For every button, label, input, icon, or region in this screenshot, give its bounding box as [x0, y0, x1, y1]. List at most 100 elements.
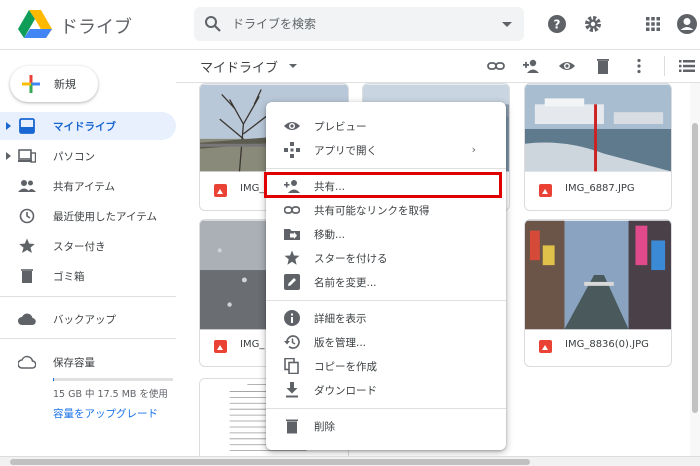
svg-text:?: ? [554, 18, 561, 32]
upgrade-storage-link[interactable]: 容量をアップグレード [53, 406, 158, 421]
app-title: ドライブ [60, 17, 132, 38]
trash-icon [21, 269, 33, 283]
link-icon[interactable] [487, 57, 505, 75]
sidebar-item-starred[interactable]: スター付き [0, 232, 176, 260]
help-icon[interactable]: ? [546, 13, 568, 35]
context-menu: プレビュー アプリで開く › 共有... 共有可能なリンクを取得 移動... ス… [266, 102, 506, 450]
image-file-icon [214, 184, 227, 197]
sidebar-item-my-drive[interactable]: マイドライブ [0, 112, 176, 140]
top-bar: ドライブ ? [0, 0, 700, 50]
menu-divider [266, 408, 506, 409]
sidebar-item-label: スター付き [53, 241, 106, 253]
link-icon [284, 206, 300, 214]
scrollbar-thumb[interactable] [10, 459, 530, 465]
menu-item-preview[interactable]: プレビュー [266, 114, 506, 138]
menu-divider [266, 168, 506, 169]
menu-item-details[interactable]: 詳細を表示 [266, 306, 506, 330]
storage-usage-text: 15 GB 中 17.5 MB を使用 [53, 389, 168, 400]
trash-icon [286, 419, 298, 434]
file-name: IMG_ [240, 183, 265, 194]
menu-item-move[interactable]: 移動... [266, 222, 506, 246]
sidebar-item-computers[interactable]: パソコン [0, 142, 176, 170]
menu-item-label: 削除 [314, 421, 335, 433]
add-person-icon [284, 180, 300, 193]
menu-item-rename[interactable]: 名前を変更... [266, 270, 506, 294]
add-person-icon[interactable] [522, 57, 540, 75]
sidebar-item-shared[interactable]: 共有アイテム [0, 172, 176, 200]
move-icon [284, 229, 300, 240]
file-info-row: IMG_6887.JPG [525, 170, 671, 210]
menu-divider [266, 300, 506, 301]
breadcrumb-caret-icon[interactable] [289, 64, 297, 68]
plus-icon [22, 75, 40, 93]
drive-logo-icon[interactable] [18, 10, 52, 38]
expand-arrow-icon[interactable] [6, 122, 11, 130]
sidebar-divider [0, 338, 176, 339]
menu-item-download[interactable]: ダウンロード [266, 378, 506, 402]
image-file-icon [539, 184, 552, 197]
my-drive-icon [19, 118, 35, 134]
shared-icon [18, 180, 36, 192]
search-icon[interactable] [204, 15, 222, 33]
horizontal-scrollbar[interactable] [0, 456, 700, 466]
menu-item-star[interactable]: スターを付ける [266, 246, 506, 270]
menu-item-make-copy[interactable]: コピーを作成 [266, 354, 506, 378]
search-box[interactable] [194, 7, 524, 41]
copy-icon [284, 358, 299, 374]
photo-thumbnail [525, 84, 671, 172]
menu-item-label: 版を管理... [314, 337, 367, 349]
sidebar-item-label: 共有アイテム [53, 181, 115, 193]
menu-item-share[interactable]: 共有... [266, 174, 506, 198]
scrollbar-thumb[interactable] [692, 123, 698, 413]
list-view-icon[interactable] [678, 57, 696, 75]
menu-item-label: ダウンロード [314, 385, 377, 397]
breadcrumb[interactable]: マイドライブ [200, 57, 278, 76]
file-name: IMG_8836(0).JPG [565, 339, 649, 350]
sidebar-item-label: ゴミ箱 [53, 271, 85, 283]
file-name: IMG_6887.JPG [565, 183, 635, 194]
star-icon [19, 238, 35, 253]
vertical-scrollbar[interactable] [690, 83, 700, 456]
sidebar-item-trash[interactable]: ゴミ箱 [0, 262, 176, 290]
sidebar-item-storage[interactable]: 保存容量 [0, 348, 176, 376]
menu-item-open-with[interactable]: アプリで開く › [266, 138, 506, 162]
recent-icon [19, 208, 35, 224]
cloud-outline-icon [18, 355, 36, 369]
menu-item-label: 共有可能なリンクを取得 [314, 205, 430, 217]
expand-arrow-icon[interactable] [6, 152, 11, 160]
rename-icon [284, 274, 300, 290]
menu-item-delete[interactable]: 削除 [266, 414, 506, 438]
sidebar-item-recent[interactable]: 最近使用したアイテム [0, 202, 176, 230]
star-icon [284, 250, 300, 265]
photo-thumbnail [525, 220, 671, 330]
menu-item-label: 名前を変更... [314, 277, 377, 289]
sidebar-item-label: バックアップ [53, 314, 116, 326]
submenu-chevron-icon: › [471, 143, 476, 156]
file-card[interactable]: IMG_8836(0).JPG [524, 219, 672, 367]
new-button-label: 新規 [54, 78, 76, 91]
menu-item-manage-versions[interactable]: 版を管理... [266, 330, 506, 354]
storage-bar [53, 378, 173, 381]
storage-fill [53, 378, 54, 381]
settings-icon[interactable] [582, 13, 604, 35]
search-options-caret-icon[interactable] [502, 22, 512, 27]
sidebar-item-label: マイドライブ [53, 121, 116, 133]
delete-icon[interactable] [594, 57, 612, 75]
more-icon[interactable] [630, 57, 648, 75]
sidebar-item-backup[interactable]: バックアップ [0, 305, 176, 333]
search-input[interactable] [232, 7, 492, 41]
file-info-row: IMG_8836(0).JPG [525, 326, 671, 366]
menu-item-label: 移動... [314, 229, 346, 241]
account-icon[interactable] [676, 13, 698, 35]
sidebar-item-label: 保存容量 [53, 357, 95, 369]
new-button[interactable]: 新規 [10, 66, 98, 102]
menu-item-label: 共有... [314, 181, 346, 193]
sidebar-item-label: 最近使用したアイテム [53, 211, 157, 223]
menu-item-get-link[interactable]: 共有可能なリンクを取得 [266, 198, 506, 222]
file-card[interactable]: IMG_6887.JPG [524, 83, 672, 211]
sidebar-item-label: パソコン [53, 151, 95, 163]
image-file-icon [214, 340, 227, 353]
preview-icon[interactable] [558, 57, 576, 75]
apps-icon[interactable] [642, 13, 664, 35]
toolbar-divider [664, 56, 665, 76]
